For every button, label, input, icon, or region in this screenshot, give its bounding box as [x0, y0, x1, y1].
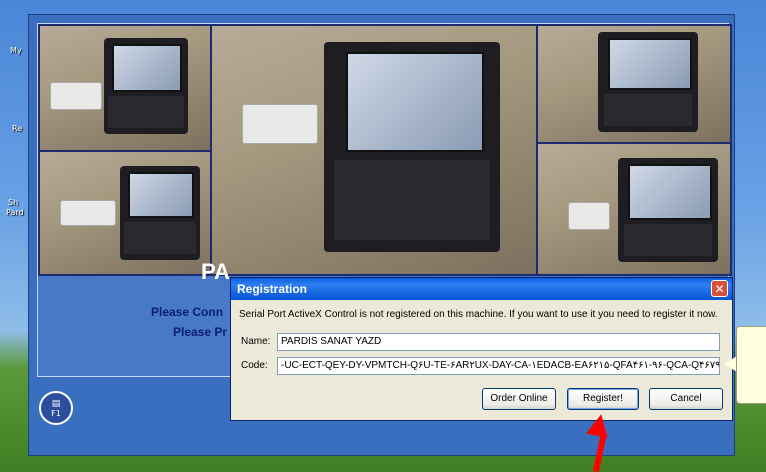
code-label: Code:	[241, 360, 268, 371]
registration-dialog: Registration ✕ Serial Port ActiveX Contr…	[230, 277, 733, 421]
dialog-titlebar[interactable]: Registration ✕	[231, 278, 732, 300]
close-icon: ✕	[714, 282, 725, 296]
photo-center	[210, 24, 538, 276]
help-icon: ▤	[51, 399, 61, 409]
photo-bottom-left	[38, 150, 212, 276]
dialog-message: Serial Port ActiveX Control is not regis…	[239, 309, 718, 320]
close-button[interactable]: ✕	[711, 280, 728, 297]
dialog-title: Registration	[237, 282, 308, 296]
photo-bottom-right	[536, 142, 732, 276]
notification-balloon	[736, 326, 766, 404]
cancel-button[interactable]: Cancel	[649, 388, 723, 410]
app-title: PA	[201, 259, 230, 284]
code-field[interactable]: -UC-ECT-QEY-DY-VPMTCH-Q۶U-TE-۶AR۲UX-DAY-…	[277, 357, 720, 375]
name-field[interactable]: PARDIS SANAT YAZD	[277, 333, 720, 351]
instruction-line-2: Please Pr	[173, 325, 228, 339]
instruction-line-1: Please Conn	[151, 305, 224, 319]
desktop-icon-label-pardis[interactable]: Pard	[6, 208, 24, 217]
photo-top-left	[38, 24, 212, 152]
name-label: Name:	[241, 336, 271, 347]
desktop-icon-label-recycle[interactable]: Re	[12, 124, 22, 133]
order-online-button[interactable]: Order Online	[482, 388, 556, 410]
red-arrow-head	[585, 411, 613, 439]
photo-top-right	[536, 24, 732, 144]
desktop-icon-label-shortcut[interactable]: Sh	[8, 198, 18, 207]
desktop-icon-label-my[interactable]: My	[10, 46, 22, 55]
help-f1-button[interactable]: ▤ F1	[39, 391, 73, 425]
register-button[interactable]: Register!	[567, 388, 639, 410]
